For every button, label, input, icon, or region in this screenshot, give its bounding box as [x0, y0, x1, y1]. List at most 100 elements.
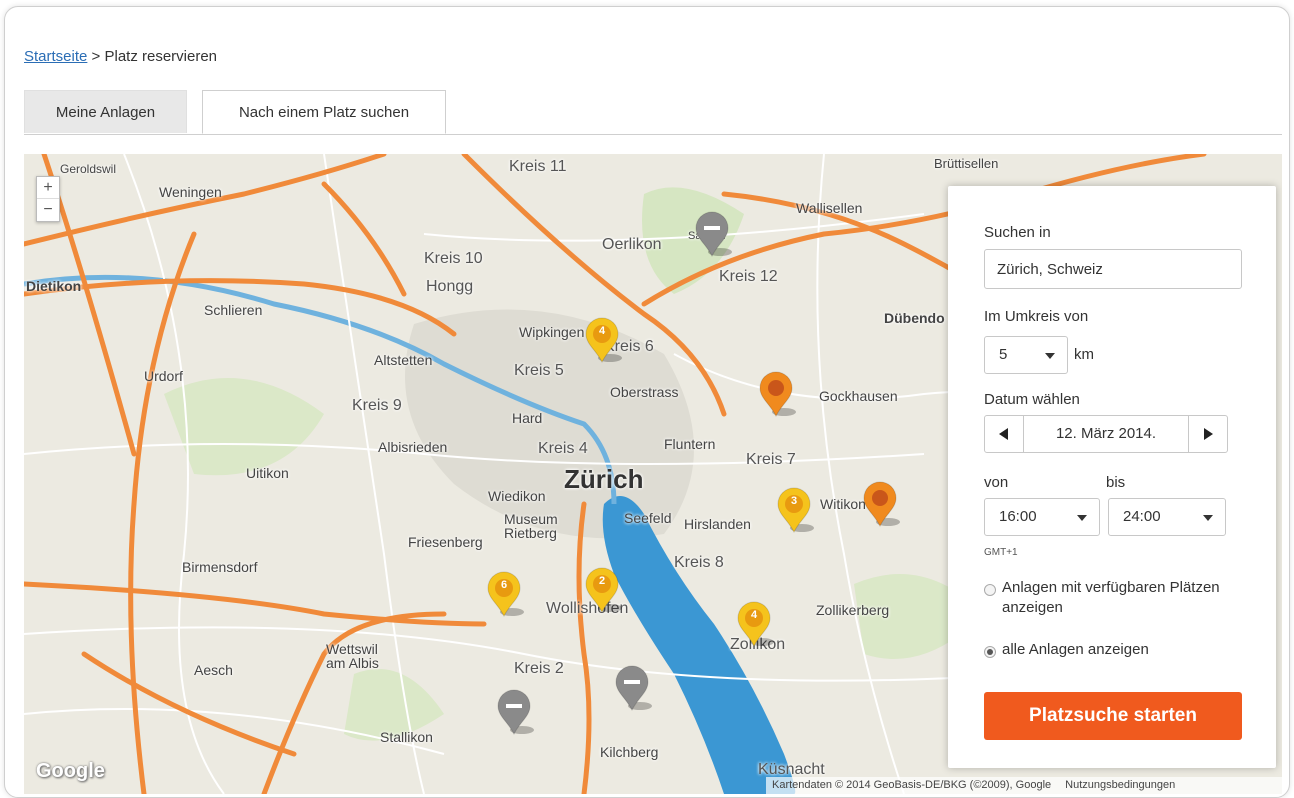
map-marker-cluster[interactable]: 4	[582, 312, 622, 369]
tab-bar: Meine Anlagen Nach einem Platz suchen	[24, 90, 1282, 135]
map-label-zuerich: Zürich	[564, 464, 644, 494]
map-label-birmensdorf: Birmensdorf	[182, 559, 258, 575]
date-next-button[interactable]	[1188, 416, 1227, 452]
map-label-wettswil: Wettswil am Albis	[326, 641, 379, 671]
radio-available-label: Anlagen mit verfügbaren Plätzen anzeigen	[1002, 579, 1220, 616]
map-label-weningen: Weningen	[159, 184, 222, 200]
map-label-zollikerberg: Zollikerberg	[816, 602, 890, 618]
zoom-out-button[interactable]: −	[37, 199, 59, 220]
map-label-wipkingen: Wipkingen	[519, 324, 585, 340]
map-label-altstetten: Altstetten	[374, 352, 433, 368]
map-label-seefeld: Seefeld	[624, 510, 672, 526]
breadcrumb-home-link[interactable]: Startseite	[24, 48, 87, 65]
map-marker-cluster[interactable]: 6	[484, 566, 524, 623]
time-to-select[interactable]: 24:00	[1108, 498, 1226, 536]
map-label-kreis9: Kreis 9	[352, 397, 402, 414]
map-label-duebendorf: Dübendo	[884, 310, 945, 326]
map-label-oberstrass: Oberstrass	[610, 384, 679, 400]
search-panel: Suchen in Im Umkreis von 5 km Datum wähl…	[948, 186, 1276, 768]
time-from-value: 16:00	[999, 508, 1037, 525]
map-label-kreis12: Kreis 12	[719, 268, 778, 285]
map-marker-cluster[interactable]: 3	[774, 482, 814, 539]
breadcrumb: Startseite > Platz reservieren	[24, 48, 217, 65]
map-pin-icon	[777, 487, 814, 534]
date-picker: 12. März 2014.	[984, 415, 1228, 453]
map-label-friesenberg: Friesenberg	[408, 534, 483, 550]
map-label-kreis10: Kreis 10	[424, 250, 483, 267]
map-label-kreis5: Kreis 5	[514, 362, 564, 379]
radius-label: Im Umkreis von	[984, 308, 1089, 325]
tab-meine-anlagen[interactable]: Meine Anlagen	[24, 90, 187, 133]
chevron-down-icon	[1077, 515, 1087, 521]
arrow-right-icon	[1204, 428, 1213, 440]
map-pin-icon	[695, 211, 732, 258]
radio-available[interactable]	[984, 584, 996, 596]
map-label-hongg: Hongg	[426, 278, 474, 295]
map-label-hirslanden: Hirslanden	[684, 516, 751, 532]
time-to-value: 24:00	[1123, 508, 1161, 525]
map-pin-icon	[759, 371, 796, 418]
time-from-select[interactable]: 16:00	[984, 498, 1100, 536]
map-label-kreis2: Kreis 2	[514, 660, 564, 677]
map-label-gockhausen: Gockhausen	[819, 388, 898, 404]
map-label-hard: Hard	[512, 410, 543, 426]
from-label: von	[984, 474, 1009, 491]
radio-all-label: alle Anlagen anzeigen	[1002, 641, 1149, 658]
map-marker-single[interactable]	[860, 476, 900, 533]
date-prev-button[interactable]	[985, 416, 1024, 452]
marker-count: 3	[790, 495, 798, 507]
map-marker-single[interactable]	[756, 366, 796, 423]
map-label-stallikon: Stallikon	[380, 729, 433, 745]
map-label-kreis11: Kreis 11	[509, 158, 567, 175]
map-label-albisrieden: Albisrieden	[378, 439, 448, 455]
map-marker-cluster[interactable]: 2	[582, 562, 622, 619]
map-label-urdorf: Urdorf	[144, 368, 183, 384]
map-pin-icon	[615, 665, 652, 712]
map-label-kreis7: Kreis 7	[746, 451, 796, 468]
map-label-kreis4: Kreis 4	[538, 440, 588, 457]
date-value[interactable]: 12. März 2014.	[1023, 416, 1189, 452]
radius-unit: km	[1074, 346, 1094, 363]
marker-count: 4	[598, 325, 606, 337]
radio-all[interactable]	[984, 646, 996, 658]
map-marker-closed[interactable]	[692, 206, 732, 263]
map-label-museum: Museum Rietberg	[504, 511, 558, 541]
map-attribution: Kartendaten © 2014 GeoBasis-DE/BKG (©200…	[766, 777, 1282, 794]
map-marker-closed[interactable]	[612, 660, 652, 717]
map-label-kreis8: Kreis 8	[674, 554, 724, 571]
map-label-kilchberg: Kilchberg	[600, 744, 659, 760]
breadcrumb-separator: >	[87, 48, 105, 65]
chevron-down-icon	[1203, 515, 1213, 521]
tab-platz-suchen[interactable]: Nach einem Platz suchen	[202, 90, 446, 134]
zoom-control: + −	[36, 176, 60, 222]
search-in-label: Suchen in	[984, 224, 1051, 241]
to-label: bis	[1106, 474, 1126, 491]
map-pin-icon	[863, 481, 900, 528]
map-marker-closed[interactable]	[494, 684, 534, 741]
arrow-left-icon	[999, 428, 1008, 440]
map-pin-icon	[497, 689, 534, 736]
marker-count: 2	[598, 575, 606, 587]
map-label-uitikon: Uitikon	[246, 465, 289, 481]
map-pin-icon	[487, 571, 524, 618]
map-pin-icon	[737, 601, 774, 648]
zoom-in-button[interactable]: +	[37, 177, 59, 199]
map-view[interactable]: + − Zürich Kreis 11 Kreis 10 Kreis 12 Kr…	[24, 154, 1282, 794]
map-marker-cluster[interactable]: 4	[734, 596, 774, 653]
map-pin-icon	[585, 317, 622, 364]
search-submit-button[interactable]: Platzsuche starten	[984, 692, 1242, 740]
terms-link[interactable]: Nutzungsbedingungen	[1065, 779, 1175, 791]
map-label-dietikon: Dietikon	[26, 278, 82, 294]
date-label: Datum wählen	[984, 391, 1080, 408]
timezone-label: GMT+1	[984, 547, 1018, 558]
radius-value: 5	[999, 346, 1008, 363]
map-label-geroldswil: Geroldswil	[60, 162, 117, 176]
chevron-down-icon	[1045, 353, 1055, 359]
radius-select[interactable]: 5	[984, 336, 1068, 374]
search-location-input[interactable]	[984, 249, 1242, 289]
map-label-brettisellen: Brüttisellen	[934, 156, 999, 171]
attribution-text: Kartendaten © 2014 GeoBasis-DE/BKG (©200…	[772, 779, 1052, 791]
google-logo: Google	[36, 760, 105, 782]
map-label-fluntern: Fluntern	[664, 436, 716, 452]
map-label-schlieren: Schlieren	[204, 302, 263, 318]
